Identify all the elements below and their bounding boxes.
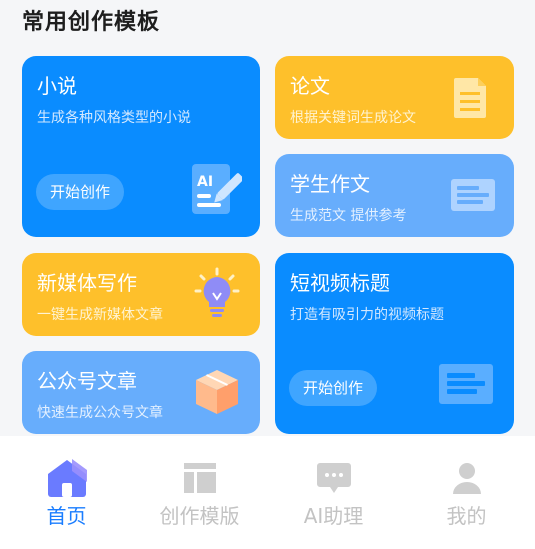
user-icon bbox=[453, 463, 481, 494]
card-subtitle: 快速生成公众号文章 bbox=[37, 405, 163, 421]
ai-writing-icon: AI bbox=[192, 164, 242, 214]
card-title: 短视频标题 bbox=[290, 271, 390, 295]
lightbulb-icon bbox=[194, 267, 240, 317]
card-title: 公众号文章 bbox=[37, 369, 137, 393]
tab-label: 我的 bbox=[446, 504, 487, 528]
card-subtitle: 打造有吸引力的视频标题 bbox=[290, 307, 444, 323]
document-icon bbox=[454, 78, 486, 118]
tab-label: 创作模版 bbox=[159, 504, 240, 528]
template-card-short-video-title[interactable]: 短视频标题 打造有吸引力的视频标题 开始创作 bbox=[275, 253, 514, 434]
template-icon bbox=[184, 463, 216, 493]
card-title: 学生作文 bbox=[290, 172, 370, 196]
bottom-tab-bar: 首页 创作模版 AI助理 我的 bbox=[0, 436, 535, 549]
template-card-paper[interactable]: 论文 根据关键词生成论文 bbox=[275, 56, 514, 139]
template-card-wechat-article[interactable]: 公众号文章 快速生成公众号文章 bbox=[22, 351, 260, 434]
tab-ai-assistant[interactable]: AI助理 bbox=[267, 436, 400, 549]
tab-templates[interactable]: 创作模版 bbox=[133, 436, 266, 549]
start-create-button[interactable]: 开始创作 bbox=[289, 370, 378, 406]
card-title: 小说 bbox=[37, 74, 77, 98]
template-card-new-media[interactable]: 新媒体写作 一键生成新媒体文章 bbox=[22, 253, 260, 336]
card-subtitle: 根据关键词生成论文 bbox=[290, 110, 416, 126]
card-title: 新媒体写作 bbox=[37, 271, 137, 295]
card-subtitle: 生成各种风格类型的小说 bbox=[37, 110, 191, 126]
create-templates-page: 常用创作模板 小说 生成各种风格类型的小说 开始创作 AI 论文 根据关键词生成… bbox=[0, 0, 535, 549]
card-title: 论文 bbox=[290, 74, 330, 98]
svg-text:AI: AI bbox=[197, 174, 213, 190]
template-card-novel[interactable]: 小说 生成各种风格类型的小说 开始创作 AI bbox=[22, 56, 260, 237]
home-icon bbox=[48, 459, 87, 497]
start-create-button[interactable]: 开始创作 bbox=[36, 174, 125, 210]
tab-mine[interactable]: 我的 bbox=[400, 436, 533, 549]
card-subtitle: 一键生成新媒体文章 bbox=[37, 307, 163, 323]
tab-label: AI助理 bbox=[303, 504, 364, 528]
article-icon bbox=[451, 179, 495, 211]
box-icon bbox=[196, 370, 238, 414]
tab-home[interactable]: 首页 bbox=[0, 436, 133, 549]
section-title: 常用创作模板 bbox=[22, 10, 161, 35]
card-subtitle: 生成范文 提供参考 bbox=[290, 208, 407, 224]
template-card-essay[interactable]: 学生作文 生成范文 提供参考 bbox=[275, 154, 514, 237]
chat-icon bbox=[317, 463, 351, 493]
title-list-icon bbox=[439, 364, 493, 404]
tab-label: 首页 bbox=[46, 504, 87, 528]
